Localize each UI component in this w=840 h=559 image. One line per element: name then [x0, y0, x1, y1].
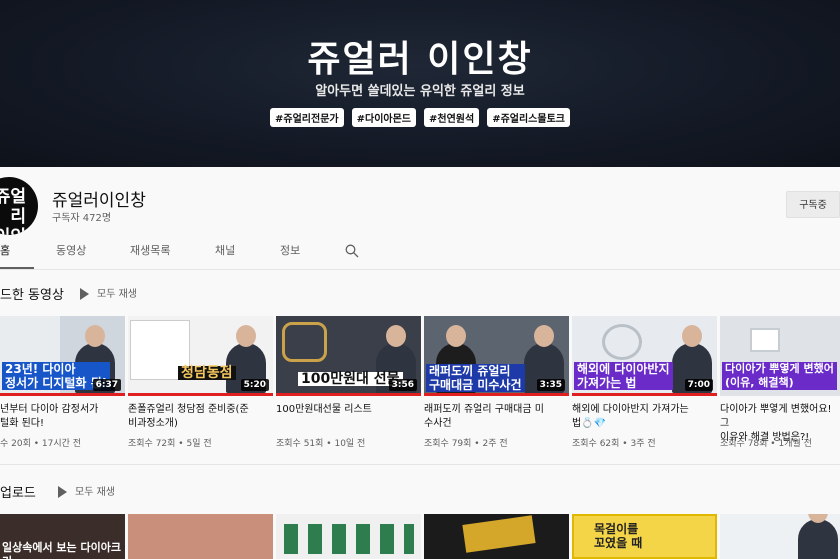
thumbnail-caption: 100만원대 선물: [298, 372, 403, 386]
video-duration: 3:35: [536, 379, 565, 391]
video-title[interactable]: 래퍼도끼 쥬얼리 구매대금 미 수사건: [424, 403, 564, 431]
banner-tag: #쥬얼리전문가: [270, 108, 344, 127]
subscribed-button[interactable]: 구독중: [786, 191, 840, 218]
channel-name: 쥬얼러이인창: [52, 191, 146, 211]
watch-progress-bar: [572, 393, 717, 396]
video-thumbnail[interactable]: [276, 514, 421, 559]
thumbnail-caption: 청담동점: [178, 366, 236, 380]
section-divider: [0, 464, 840, 465]
thumbnail-caption: 래퍼도끼 쥬얼리 구매대금 미수사건: [426, 364, 525, 392]
video-thumbnail[interactable]: 해외에 다이아반지 가져가는 법 7:00: [572, 316, 717, 396]
video-thumbnail[interactable]: 23년! 다이아 정서가 디지털화 된! 6:37: [0, 316, 125, 396]
video-title[interactable]: 해외에 다이아반지 가져가는 법💍💎: [572, 403, 712, 431]
banner-subtitle: 알아두면 쓸데있는 유익한 쥬얼리 정보: [315, 84, 525, 99]
video-thumbnail[interactable]: 다이아가 뿌옇게 변했어 (이유, 해결책): [720, 316, 840, 396]
video-duration: 7:00: [684, 379, 713, 391]
video-duration: 5:20: [240, 379, 269, 391]
video-title[interactable]: 존폴쥬얼리 청담점 준비중(준 비과정소개): [128, 403, 268, 431]
video-meta: 조회수 62회 • 3주 전: [572, 439, 656, 449]
play-all-label: 모두 재생: [75, 487, 115, 498]
watch-progress-bar: [0, 393, 125, 396]
banner-title: 쥬얼러 이인창: [307, 39, 533, 80]
tab-home[interactable]: 홈: [0, 242, 10, 258]
video-thumbnail[interactable]: [128, 514, 273, 559]
watch-progress-bar: [424, 393, 569, 396]
watch-progress-bar: [128, 393, 273, 396]
video-title[interactable]: 년부터 다이아 감정서가 털화 된다!: [0, 403, 140, 431]
thumbnail-caption: 목걸이를 꼬였을 때: [594, 522, 643, 550]
banner-tag: #다이아몬드: [351, 108, 416, 127]
subscriber-count: 구독자 472명: [52, 213, 112, 224]
play-all-button[interactable]: 모두 재생: [80, 285, 137, 300]
channel-banner: 쥬얼러 이인창 알아두면 쓸데있는 유익한 쥬얼리 정보 #쥬얼리전문가 #다이…: [0, 0, 840, 167]
thumbnail-caption: 해외에 다이아반지 가져가는 법: [574, 362, 673, 390]
video-thumbnail[interactable]: 일상속에서 보는 다이아크기: [0, 514, 125, 559]
video-thumbnail[interactable]: 청담동점 5:20: [128, 316, 273, 396]
tab-channels[interactable]: 채널: [215, 242, 235, 258]
video-meta: 조회수 78회 • 1개월 전: [720, 439, 812, 449]
video-thumbnail[interactable]: 100만원대 선물 3:56: [276, 316, 421, 396]
play-all-label: 모두 재생: [97, 289, 137, 300]
tab-playlists[interactable]: 재생목록: [130, 242, 170, 258]
search-icon[interactable]: [345, 244, 359, 258]
tab-about[interactable]: 정보: [280, 242, 300, 258]
channel-tabs: 홈 동영상 재생목록 채널 정보: [0, 232, 840, 270]
banner-tag: #쥬얼리스몰토크: [487, 108, 570, 127]
banner-tags: #쥬얼리전문가 #다이아몬드 #천연원석 #쥬얼리스몰토크: [0, 108, 840, 127]
banner-tag: #천연원석: [424, 108, 480, 127]
video-duration: 3:56: [388, 379, 417, 391]
video-duration: 6:37: [92, 379, 121, 391]
thumbnail-caption: 일상속에서 보는 다이아크기: [2, 541, 121, 559]
channel-avatar[interactable]: 쥬얼리 이인창: [0, 177, 38, 235]
section-title: 업로드: [0, 486, 36, 501]
video-thumbnail[interactable]: 목걸이를 꼬였을 때: [572, 514, 717, 559]
play-icon: [80, 288, 89, 300]
video-meta: 조회수 79회 • 2주 전: [424, 439, 508, 449]
play-icon: [58, 486, 67, 498]
active-tab-indicator: [0, 267, 34, 269]
video-title[interactable]: 100만원대선물 리스트: [276, 403, 416, 417]
person-figure: [798, 514, 838, 559]
tab-videos[interactable]: 동영상: [56, 242, 86, 258]
video-meta: 조회수 51회 • 10일 전: [276, 439, 366, 449]
video-meta: 수 20회 • 17시간 전: [0, 439, 82, 449]
video-thumbnail[interactable]: [720, 514, 840, 559]
video-thumbnail[interactable]: 래퍼도끼 쥬얼리 구매대금 미수사건 3:35: [424, 316, 569, 396]
video-meta: 조회수 72회 • 5일 전: [128, 439, 212, 449]
section-title: 드한 동영상: [0, 288, 64, 303]
video-thumbnail[interactable]: [424, 514, 569, 559]
thumbnail-caption: 다이아가 뿌옇게 변했어 (이유, 해결책): [722, 362, 837, 390]
play-all-button[interactable]: 모두 재생: [58, 483, 115, 498]
watch-progress-bar: [276, 393, 421, 396]
